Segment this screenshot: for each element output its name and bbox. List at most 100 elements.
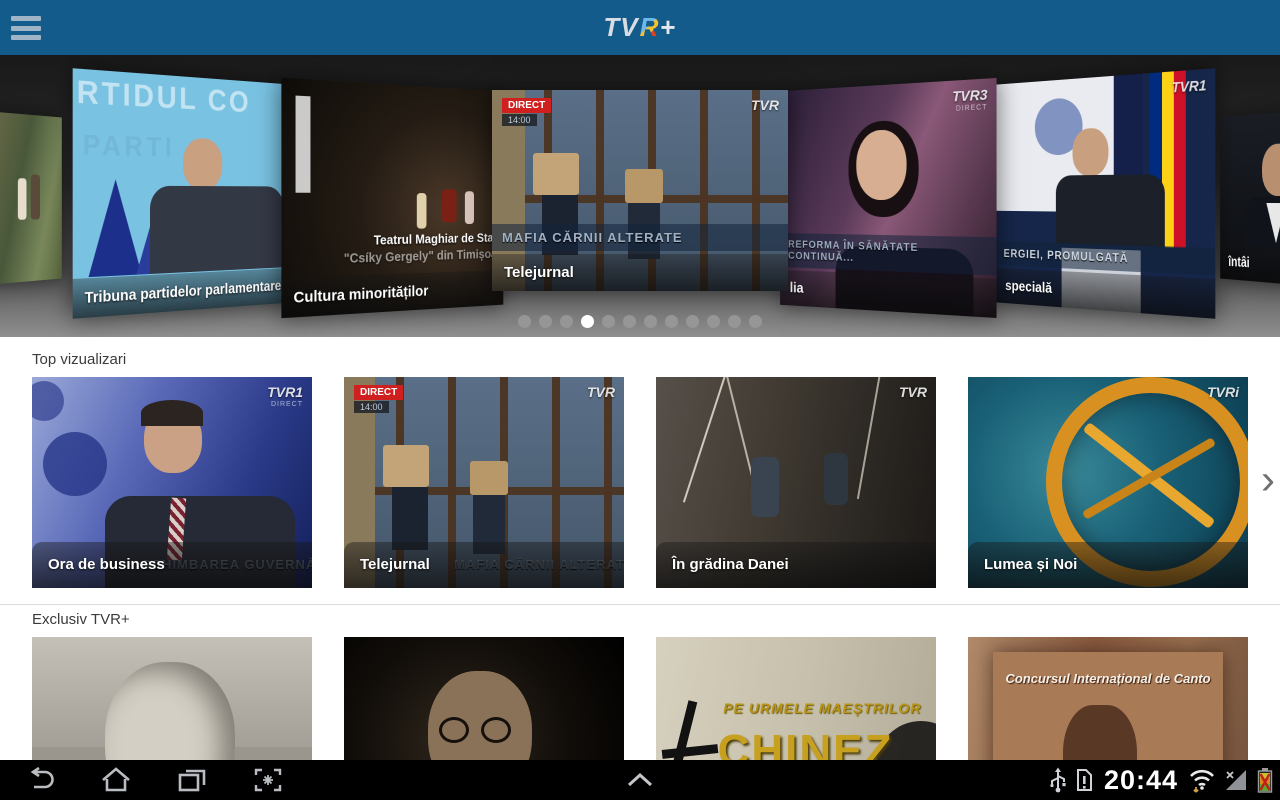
scene-figure <box>824 453 848 505</box>
scene-overlay-text: Teatrul Maghiar de Stat "Csíky Gergely" … <box>344 229 497 267</box>
scene-decor <box>32 381 64 421</box>
section-heading-top: Top vizualizari <box>32 351 1248 368</box>
top-vizualizari-row: TVR1 DIRECT SCHIMBAREA GUVERNĂRII Ora de… <box>32 377 1248 588</box>
home-button[interactable] <box>98 764 134 796</box>
recent-apps-button[interactable] <box>174 764 210 796</box>
lower-third-text: REFORMA ÎN SĂNĂTATE CONTINUĂ... <box>780 233 996 276</box>
live-badge: DIRECT <box>354 385 403 400</box>
time-badge: 14:00 <box>354 401 389 413</box>
logo-tv-text: TV <box>603 12 638 43</box>
carousel-item-title: întâi <box>1220 243 1280 288</box>
video-title: Lumea și Noi <box>968 542 1248 588</box>
channel-watermark: TVR3 <box>952 86 987 105</box>
status-cluster: 20:44 <box>1049 765 1274 796</box>
app-header: TVR+ <box>0 0 1280 55</box>
channel-watermark-sub: DIRECT <box>271 401 303 408</box>
carousel-item-telejurnal[interactable]: DIRECT 14:00 TVR MAFIA CĂRNII ALTERATE T… <box>492 90 788 291</box>
carousel-dot[interactable] <box>518 315 531 328</box>
scene-figure <box>183 137 222 189</box>
scene-figure <box>417 194 427 230</box>
video-thumb-ora-de-business[interactable]: TVR1 DIRECT SCHIMBAREA GUVERNĂRII Ora de… <box>32 377 312 588</box>
video-thumb-lumea-si-noi[interactable]: TVRi Lumea și Noi <box>968 377 1248 588</box>
video-title: Telejurnal <box>344 542 624 588</box>
nav-buttons <box>0 764 286 796</box>
battery-icon <box>1256 766 1274 794</box>
back-button[interactable] <box>22 764 58 796</box>
live-badge: DIRECT <box>502 98 551 113</box>
carousel-item-tribuna[interactable]: RTIDUL CO PARTI Tribuna partidelor parla… <box>73 68 292 319</box>
featured-carousel: RTIDUL CO PARTI Tribuna partidelor parla… <box>0 55 1280 337</box>
sim-card-icon <box>1074 766 1094 794</box>
overlay-line: "Csíky Gergely" din Timișoa <box>344 245 497 267</box>
usb-icon <box>1049 766 1067 794</box>
logo-r-swoosh: R <box>639 12 661 43</box>
carousel-item-title: specială <box>996 268 1215 319</box>
scene-figure <box>1056 174 1165 247</box>
carousel-dot[interactable] <box>644 315 657 328</box>
chevron-up-icon <box>623 771 657 789</box>
carousel-dot[interactable] <box>539 315 552 328</box>
android-navbar: 20:44 <box>0 760 1280 800</box>
carousel-dot[interactable] <box>749 315 762 328</box>
channel-watermark: TVR1 <box>267 384 303 400</box>
scene-figure <box>1072 128 1108 177</box>
video-title: În grădina Danei <box>656 542 936 588</box>
carousel-dot[interactable] <box>560 315 573 328</box>
carousel-item-partial-left[interactable] <box>0 108 62 288</box>
lower-third-text: MAFIA CĂRNII ALTERATE <box>492 224 788 251</box>
back-icon <box>25 767 55 793</box>
recent-apps-icon <box>177 767 207 793</box>
carousel-item-title: lia <box>780 270 996 318</box>
scene-flag <box>89 179 142 277</box>
carousel-item-title: Cultura minorităților <box>281 270 503 318</box>
scene-calligraphy <box>662 744 719 759</box>
scene-figure <box>31 175 40 220</box>
scene-backdrop-text: PARTI <box>83 129 176 164</box>
carousel-item-reforma[interactable]: TVR3 DIRECT REFORMA ÎN SĂNĂTATE CONTINUĂ… <box>780 78 996 318</box>
scene-decor <box>43 432 107 496</box>
carousel-dot[interactable] <box>686 315 699 328</box>
scene-banner <box>296 96 311 193</box>
scene-title-text: PE URMELE MAEȘTRILOR <box>723 700 921 716</box>
app-root: TVR+ RTIDUL CO PARTI Tribuna partidelor … <box>0 0 1280 800</box>
screenshot-button[interactable] <box>250 764 286 796</box>
tvr-logo: TVR+ <box>0 0 1280 55</box>
scene-backdrop-text: RTIDUL CO <box>77 73 251 120</box>
section-divider <box>0 604 1280 605</box>
scroll-next-button[interactable]: › <box>1261 458 1275 500</box>
wifi-icon <box>1188 766 1216 794</box>
carousel-item-title: Telejurnal <box>492 254 788 291</box>
section-heading-exclusiv: Exclusiv TVR+ <box>32 611 1248 628</box>
scene-branch <box>683 377 731 503</box>
channel-watermark: TVR <box>899 384 927 400</box>
logo-plus-text: + <box>660 12 676 43</box>
carousel-dot[interactable] <box>707 315 720 328</box>
scene-figure <box>856 129 906 200</box>
carousel-item-promulgata[interactable]: TVR1 ERGIEI, PROMULGATĂ specială <box>996 68 1215 319</box>
cell-signal-icon <box>1223 767 1249 793</box>
home-icon <box>100 767 132 793</box>
carousel-item-partial-right[interactable]: DREPTURILE DIN UCR întâi <box>1220 108 1280 288</box>
channel-watermark: TVR <box>587 384 615 400</box>
clock: 20:44 <box>1101 765 1181 796</box>
carousel-dot[interactable] <box>623 315 636 328</box>
video-thumb-gradina-danei[interactable]: TVR În grădina Danei <box>656 377 936 588</box>
time-badge: 14:00 <box>502 114 537 126</box>
carousel-dot[interactable] <box>581 315 594 328</box>
video-title: Ora de business <box>32 542 312 588</box>
carousel-dots <box>0 315 1280 328</box>
scene-box <box>383 445 429 487</box>
scene-figure <box>465 191 474 224</box>
scene-figure <box>150 186 284 274</box>
carousel-dot[interactable] <box>602 315 615 328</box>
carousel-dot[interactable] <box>728 315 741 328</box>
channel-watermark: TVR1 <box>1172 76 1207 95</box>
video-thumb-telejurnal[interactable]: DIRECT 14:00 TVR MAFIA CĂRNII ALTERATE T… <box>344 377 624 588</box>
carousel-dot[interactable] <box>665 315 678 328</box>
channel-watermark-sub: DIRECT <box>956 104 988 113</box>
scene-figure <box>141 400 203 426</box>
expand-button[interactable] <box>622 764 658 796</box>
scene-box <box>470 461 508 495</box>
scene-figure <box>1262 142 1280 195</box>
carousel-item-cultura[interactable]: Teatrul Maghiar de Stat "Csíky Gergely" … <box>281 78 503 318</box>
